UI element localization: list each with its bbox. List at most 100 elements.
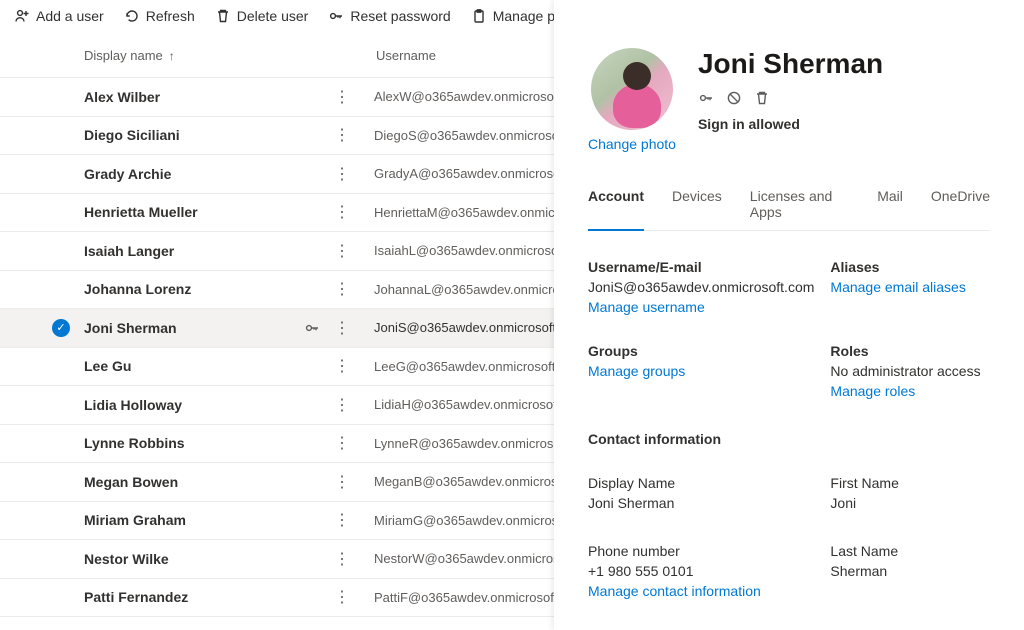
user-display-name[interactable]: Lynne Robbins [84, 435, 304, 451]
row-checkbox[interactable] [52, 165, 70, 183]
roles-value: No administrator access [830, 363, 990, 379]
user-email: JohannaL@o365awdev.onmicrosoft. [374, 282, 584, 297]
tab-licenses[interactable]: Licenses and Apps [750, 188, 849, 230]
user-email: LeeG@o365awdev.onmicrosoft.com [374, 359, 584, 374]
user-display-name[interactable]: Megan Bowen [84, 474, 304, 490]
more-actions-icon[interactable]: ⋮ [334, 472, 374, 492]
user-email: AlexW@o365awdev.onmicrosoft.co [374, 89, 578, 104]
more-actions-icon[interactable]: ⋮ [334, 164, 374, 184]
more-actions-icon[interactable]: ⋮ [334, 279, 374, 299]
user-display-name[interactable]: Miriam Graham [84, 512, 304, 528]
manage-contact-link[interactable]: Manage contact information [588, 583, 814, 599]
tab-mail[interactable]: Mail [877, 188, 903, 230]
manage-groups-link[interactable]: Manage groups [588, 363, 814, 379]
column-display-name[interactable]: Display name ↑ [84, 48, 376, 63]
change-photo-link[interactable]: Change photo [588, 136, 676, 152]
contact-info-heading: Contact information [588, 431, 990, 447]
user-display-name[interactable]: Nestor Wilke [84, 551, 304, 567]
manage-aliases-link[interactable]: Manage email aliases [830, 279, 990, 295]
username-email-value: JoniS@o365awdev.onmicrosoft.com [588, 279, 814, 295]
user-display-name[interactable]: Lee Gu [84, 358, 304, 374]
tab-onedrive[interactable]: OneDrive [931, 188, 990, 230]
user-display-name[interactable]: Johanna Lorenz [84, 281, 304, 297]
trash-icon[interactable] [754, 90, 770, 106]
groups-field: Groups Manage groups [588, 343, 814, 399]
roles-field: Roles No administrator access Manage rol… [830, 343, 990, 399]
last-name-field: Last Name Sherman [830, 543, 990, 599]
tab-devices[interactable]: Devices [672, 188, 722, 230]
manage-roles-link[interactable]: Manage roles [830, 383, 990, 399]
row-checkbox[interactable]: ✓ [52, 319, 70, 337]
roles-label: Roles [830, 343, 990, 359]
user-display-name[interactable]: Diego Siciliani [84, 127, 304, 143]
refresh-button[interactable]: Refresh [124, 8, 195, 24]
display-name-field: Display Name Joni Sherman [588, 475, 814, 515]
column-username-label: Username [376, 48, 436, 63]
user-display-name[interactable]: Grady Archie [84, 166, 304, 182]
add-user-button[interactable]: Add a user [14, 8, 104, 24]
block-icon[interactable] [726, 90, 742, 106]
more-actions-icon[interactable]: ⋮ [334, 318, 374, 338]
first-name-field: First Name Joni [830, 475, 990, 515]
user-display-name[interactable]: Lidia Holloway [84, 397, 304, 413]
avatar [591, 48, 673, 130]
user-email: DiegoS@o365awdev.onmicrosoft.co [374, 128, 584, 143]
user-email: PattiF@o365awdev.onmicrosoft.co [374, 590, 575, 605]
row-checkbox[interactable] [52, 396, 70, 414]
user-display-name[interactable]: Patti Fernandez [84, 589, 304, 605]
clipboard-icon [471, 8, 487, 24]
column-username[interactable]: Username [376, 48, 576, 63]
more-actions-icon[interactable]: ⋮ [334, 433, 374, 453]
user-email: LidiaH@o365awdev.onmicrosoft.co [374, 397, 578, 412]
row-checkbox[interactable] [52, 473, 70, 491]
more-actions-icon[interactable]: ⋮ [334, 356, 374, 376]
row-checkbox[interactable] [52, 203, 70, 221]
display-name-label: Display Name [588, 475, 814, 491]
user-detail-panel: Change photo Joni Sherman Sign in allowe… [554, 0, 1024, 630]
trash-icon [215, 8, 231, 24]
row-checkbox[interactable] [52, 280, 70, 298]
user-display-name[interactable]: Isaiah Langer [84, 243, 304, 259]
add-user-label: Add a user [36, 8, 104, 24]
key-icon [328, 8, 344, 24]
row-checkbox[interactable] [52, 588, 70, 606]
refresh-label: Refresh [146, 8, 195, 24]
delete-user-button[interactable]: Delete user [215, 8, 309, 24]
aliases-label: Aliases [830, 259, 990, 275]
more-actions-icon[interactable]: ⋮ [334, 510, 374, 530]
more-actions-icon[interactable]: ⋮ [334, 125, 374, 145]
key-icon[interactable] [698, 90, 714, 106]
user-display-name[interactable]: Alex Wilber [84, 89, 304, 105]
more-actions-icon[interactable]: ⋮ [334, 87, 374, 107]
more-actions-icon[interactable]: ⋮ [334, 202, 374, 222]
row-checkbox[interactable] [52, 357, 70, 375]
first-name-value: Joni [830, 495, 990, 511]
more-actions-icon[interactable]: ⋮ [334, 395, 374, 415]
row-checkbox[interactable] [52, 434, 70, 452]
groups-label: Groups [588, 343, 814, 359]
row-checkbox[interactable] [52, 126, 70, 144]
tab-account[interactable]: Account [588, 188, 644, 231]
username-email-field: Username/E-mail JoniS@o365awdev.onmicros… [588, 259, 814, 315]
user-email: IsaiahL@o365awdev.onmicrosoft.c [374, 243, 576, 258]
key-icon[interactable] [304, 320, 334, 336]
user-display-name[interactable]: Joni Sherman [84, 320, 304, 336]
row-checkbox[interactable] [52, 550, 70, 568]
row-checkbox[interactable] [52, 511, 70, 529]
user-email: HenriettaM@o365awdev.onmicroso [374, 205, 580, 220]
first-name-label: First Name [830, 475, 990, 491]
more-actions-icon[interactable]: ⋮ [334, 549, 374, 569]
row-checkbox[interactable] [52, 242, 70, 260]
refresh-icon [124, 8, 140, 24]
last-name-value: Sherman [830, 563, 990, 579]
more-actions-icon[interactable]: ⋮ [334, 241, 374, 261]
manage-username-link[interactable]: Manage username [588, 299, 814, 315]
reset-password-button[interactable]: Reset password [328, 8, 450, 24]
phone-field: Phone number +1 980 555 0101 Manage cont… [588, 543, 814, 599]
row-checkbox[interactable] [52, 88, 70, 106]
username-email-label: Username/E-mail [588, 259, 814, 275]
user-display-name[interactable]: Henrietta Mueller [84, 204, 304, 220]
more-actions-icon[interactable]: ⋮ [334, 587, 374, 607]
user-email: NestorW@o365awdev.onmicrosoft.c [374, 551, 584, 566]
delete-user-label: Delete user [237, 8, 309, 24]
